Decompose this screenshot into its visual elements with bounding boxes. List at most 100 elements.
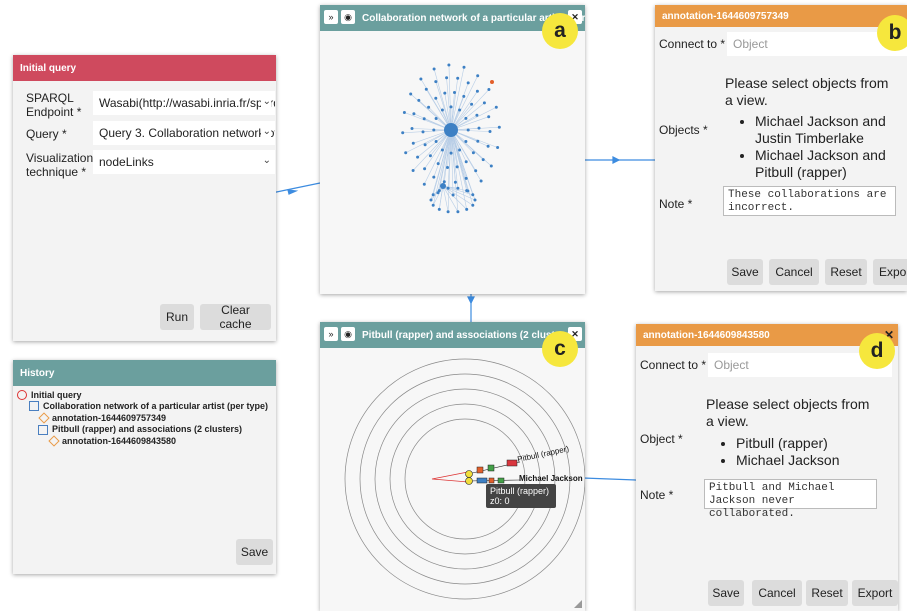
save-button[interactable]: Save: [727, 259, 763, 285]
network-node[interactable]: [474, 169, 478, 173]
network-node[interactable]: [437, 189, 441, 193]
network-node[interactable]: [464, 160, 468, 164]
network-node[interactable]: [488, 130, 492, 133]
network-node[interactable]: [471, 151, 475, 155]
export-button[interactable]: Expor: [873, 259, 907, 285]
network-node[interactable]: [458, 108, 462, 112]
export-button[interactable]: Export: [852, 580, 898, 606]
network-node[interactable]: [479, 179, 483, 183]
object-item[interactable]: Michael Jackson and Justin Timberlake: [755, 113, 907, 147]
history-item-collaboration[interactable]: Collaboration network of a particular ar…: [43, 401, 268, 411]
network-node[interactable]: [432, 128, 436, 132]
network-node[interactable]: [432, 175, 436, 179]
cancel-button[interactable]: Cancel: [769, 259, 819, 285]
network-node[interactable]: [465, 189, 469, 193]
network-node[interactable]: [466, 128, 470, 132]
network-node[interactable]: [445, 76, 449, 80]
network-node[interactable]: [417, 98, 421, 102]
network-node[interactable]: [411, 169, 415, 172]
network-node[interactable]: [434, 80, 438, 84]
network-node[interactable]: [456, 76, 460, 80]
run-button[interactable]: Run: [160, 304, 194, 330]
object-item[interactable]: Michael Jackson: [736, 452, 906, 469]
network-node[interactable]: [464, 116, 468, 120]
network-node[interactable]: [419, 77, 423, 81]
network-node[interactable]: [476, 74, 480, 78]
network-node[interactable]: [423, 167, 427, 171]
network-node[interactable]: [475, 89, 479, 93]
network-node[interactable]: [486, 144, 490, 148]
network-node[interactable]: [490, 80, 494, 84]
note-textarea[interactable]: Pitbull and Michael Jackson never collab…: [704, 479, 877, 520]
clear-cache-button[interactable]: Clear cache: [200, 303, 271, 331]
network-node[interactable]: [470, 102, 474, 106]
network-node[interactable]: [462, 94, 466, 98]
network-node[interactable]: [431, 193, 435, 197]
network-node[interactable]: [440, 108, 444, 112]
network-node[interactable]: [482, 101, 486, 105]
network-node[interactable]: [429, 198, 433, 202]
cluster-node[interactable]: [465, 477, 473, 485]
network-node[interactable]: [434, 140, 438, 143]
network-node[interactable]: [449, 151, 453, 155]
camera-icon[interactable]: ◉: [341, 10, 355, 24]
network-node[interactable]: [434, 117, 438, 120]
network-node[interactable]: [421, 130, 425, 134]
network-node[interactable]: [475, 113, 479, 117]
collapse-icon[interactable]: »: [324, 10, 338, 24]
network-node[interactable]: [477, 126, 481, 130]
network-node[interactable]: [446, 166, 449, 169]
network-node[interactable]: [497, 125, 501, 129]
network-node[interactable]: [412, 112, 416, 116]
network-node[interactable]: [453, 180, 457, 184]
network-node[interactable]: [432, 67, 436, 71]
network-node[interactable]: [476, 139, 480, 143]
network-node[interactable]: [462, 65, 466, 69]
network-node[interactable]: [440, 148, 444, 152]
network-node[interactable]: [401, 131, 405, 135]
save-button[interactable]: Save: [708, 580, 744, 606]
network-node[interactable]: [489, 164, 493, 168]
network-node[interactable]: [431, 203, 435, 207]
network-node[interactable]: [456, 210, 460, 214]
network-node[interactable]: [464, 140, 468, 143]
network-node[interactable]: [442, 180, 446, 184]
reset-button[interactable]: Reset: [806, 580, 848, 606]
network-node[interactable]: [453, 91, 456, 94]
network-node[interactable]: [437, 207, 441, 211]
network-node[interactable]: [487, 115, 491, 119]
network-node[interactable]: [466, 81, 470, 85]
network-node[interactable]: [440, 183, 446, 189]
object-item[interactable]: Michael Jackson and Pitbull (rapper): [755, 147, 907, 181]
cluster-mark[interactable]: [488, 477, 495, 484]
network-node[interactable]: [456, 186, 460, 190]
history-save-button[interactable]: Save: [236, 539, 273, 565]
network-node[interactable]: [436, 162, 440, 166]
cluster-mark[interactable]: [506, 459, 518, 467]
camera-icon[interactable]: ◉: [341, 327, 355, 341]
vis-select[interactable]: nodeLinks ⌄: [93, 150, 275, 174]
query-select[interactable]: Query 3. Collaboration network of a part…: [93, 121, 275, 145]
network-node[interactable]: [473, 198, 477, 202]
history-item-initial-query[interactable]: Initial query: [31, 390, 82, 400]
network-node[interactable]: [404, 151, 408, 155]
network-node[interactable]: [446, 186, 450, 190]
network-node[interactable]: [422, 117, 426, 121]
network-node[interactable]: [447, 63, 451, 67]
resize-handle-icon[interactable]: [574, 600, 582, 608]
network-node[interactable]: [409, 92, 413, 96]
network-node[interactable]: [449, 105, 453, 109]
network-node[interactable]: [471, 203, 475, 207]
network-node[interactable]: [416, 155, 420, 159]
network-node[interactable]: [465, 207, 469, 211]
cluster-mark[interactable]: [487, 464, 495, 472]
network-node[interactable]: [455, 165, 459, 169]
network-node[interactable]: [402, 111, 406, 114]
cluster-mark[interactable]: [476, 477, 488, 484]
network-node[interactable]: [471, 193, 475, 197]
cluster-mark[interactable]: [497, 477, 505, 484]
network-node[interactable]: [427, 105, 431, 109]
network-node[interactable]: [481, 158, 485, 162]
network-node[interactable]: [423, 143, 427, 147]
collapse-icon[interactable]: »: [324, 327, 338, 341]
